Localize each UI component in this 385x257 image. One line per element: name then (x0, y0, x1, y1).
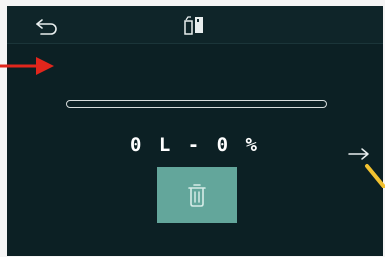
red-annotation-arrow-icon (0, 57, 54, 75)
trash-icon (188, 184, 206, 207)
top-bar (7, 6, 383, 44)
progress-bar (66, 100, 327, 108)
delete-button[interactable] (157, 167, 237, 223)
level-readout: 0 L - 0 % (130, 134, 260, 156)
device-screen: 0 L - 0 % (7, 6, 383, 256)
back-arrow-icon[interactable] (33, 16, 61, 36)
tank-swap-icon[interactable] (183, 14, 205, 36)
yellow-annotation-pointer-icon (365, 164, 385, 188)
